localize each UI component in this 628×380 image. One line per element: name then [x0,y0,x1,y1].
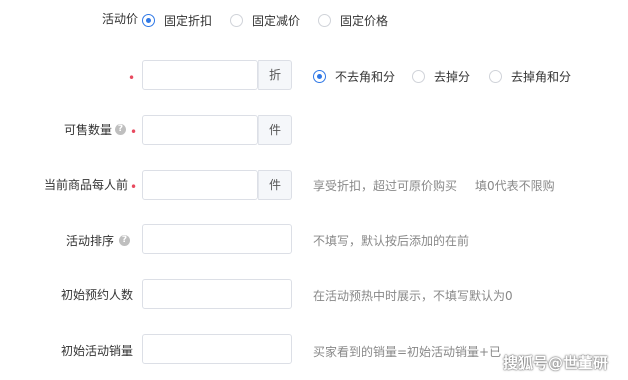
radio-no-rounding[interactable]: 不去角和分 [313,68,395,85]
radio-fixed-price[interactable]: 固定价格 [318,12,388,29]
activity-sort-input[interactable] [142,224,292,254]
radio-label: 去掉角和分 [511,70,572,84]
radio-label: 不去角和分 [335,70,396,84]
radio-remove-jiao-fen[interactable]: 去掉角和分 [489,68,571,85]
sellable-qty-label: 可售数量 [63,123,112,137]
sellable-qty-input[interactable] [142,115,258,145]
initial-sales-input[interactable] [142,334,292,364]
watermark: 搜狐号@世董研 [503,354,609,372]
radio-fixed-reduction[interactable]: 固定减价 [230,12,300,29]
per-person-limit-hint-extra: 填0代表不限购 [475,179,555,193]
required-mark: • [130,125,138,139]
radio-dot-icon [489,70,502,83]
required-mark: • [130,180,138,194]
radio-dot-icon [318,14,331,27]
initial-sales-hint: 买家看到的销量=初始活动销量+已 [313,345,502,359]
initial-sales-label: 初始活动销量 [60,344,133,358]
radio-label: 去掉分 [434,70,471,84]
discount-input[interactable] [142,60,258,90]
radio-label: 固定价格 [340,14,389,28]
radio-dot-icon [142,14,155,27]
radio-fixed-discount[interactable]: 固定折扣 [142,12,212,29]
initial-reservations-input[interactable] [142,279,292,309]
per-person-limit-suffix: 件 [258,170,292,200]
question-icon[interactable]: ? [119,235,130,246]
radio-label: 固定减价 [252,14,301,28]
required-mark: • [128,71,136,85]
radio-dot-icon [412,70,425,83]
question-icon[interactable]: ? [115,124,126,135]
radio-remove-fen[interactable]: 去掉分 [412,68,470,85]
activity-sort-hint: 不填写，默认按后添加的在前 [313,234,470,248]
radio-dot-icon [313,70,326,83]
initial-reservations-hint: 在活动预热中时展示，不填写默认为0 [313,289,513,303]
initial-reservations-label: 初始预约人数 [60,288,133,302]
radio-label: 固定折扣 [164,14,213,28]
per-person-limit-hint: 享受折扣，超过可原价购买 [313,179,458,193]
per-person-limit-label: 当前商品每人前 [43,178,128,192]
activity-sort-label: 活动排序 [65,234,114,248]
radio-dot-icon [230,14,243,27]
activity-price-label: 活动价 [101,12,138,26]
discount-suffix: 折 [258,60,292,90]
sellable-qty-suffix: 件 [258,115,292,145]
per-person-limit-input[interactable] [142,170,258,200]
